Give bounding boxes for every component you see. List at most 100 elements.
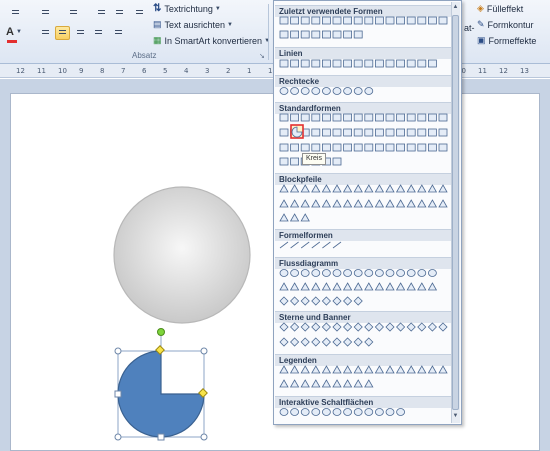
gallery-shape-option[interactable] (374, 199, 385, 208)
gallery-shape-option[interactable] (279, 184, 289, 193)
gallery-shape-option[interactable] (343, 337, 353, 347)
gallery-shape-option[interactable] (290, 408, 300, 416)
gallery-shape-option[interactable] (396, 16, 405, 25)
gallery-shape-option[interactable] (279, 157, 289, 166)
gallery-shape-option[interactable] (289, 365, 300, 374)
gallery-shape-option[interactable] (364, 365, 374, 374)
gallery-shape-option[interactable] (364, 282, 374, 291)
gallery-shape-option[interactable] (364, 113, 374, 122)
gallery-shape-option[interactable] (300, 143, 310, 152)
gallery-shape-option[interactable] (279, 322, 289, 332)
gallery-shape-option[interactable] (427, 199, 438, 208)
gallery-shape-option[interactable] (332, 113, 342, 122)
gallery-shape-option[interactable] (375, 143, 384, 152)
gallery-shape-option[interactable] (279, 282, 289, 291)
gallery-shape-option[interactable] (438, 365, 448, 374)
gallery-shape-option[interactable] (311, 184, 321, 193)
gallery-shape-option[interactable] (279, 143, 289, 152)
gallery-shape-option[interactable] (300, 199, 310, 208)
gallery-shape-option[interactable] (279, 269, 289, 277)
gallery-shape-option[interactable] (343, 16, 352, 25)
gallery-shape-option[interactable] (427, 282, 438, 291)
gallery-shape-option[interactable] (353, 184, 363, 193)
gallery-shape-option[interactable] (375, 113, 384, 122)
gallery-shape-option[interactable] (406, 184, 416, 193)
gallery-shape-option[interactable] (342, 379, 353, 388)
gallery-shape-option[interactable] (406, 282, 416, 291)
gallery-shape-option[interactable] (290, 87, 300, 95)
gallery-shape-option[interactable] (364, 199, 374, 208)
gallery-shape-option[interactable] (417, 128, 427, 137)
gallery-shape-option[interactable] (321, 199, 332, 208)
gallery-shape-option[interactable] (364, 128, 374, 137)
gallery-shape-option[interactable] (290, 241, 299, 249)
gallery-shape-option[interactable] (427, 16, 437, 25)
gallery-shape-option[interactable] (332, 128, 342, 137)
gallery-shape-option[interactable] (385, 282, 395, 291)
gallery-shape-option[interactable] (321, 365, 332, 374)
gallery-shape-option[interactable] (321, 282, 332, 291)
gallery-shape-option[interactable] (364, 337, 374, 347)
gallery-shape-option[interactable] (332, 143, 342, 152)
gallery-shape-option[interactable] (342, 199, 353, 208)
gallery-shape-option[interactable] (300, 282, 310, 291)
gallery-shape-option[interactable] (279, 199, 289, 208)
gallery-shape-option[interactable] (417, 184, 427, 193)
gallery-shape-option[interactable] (290, 157, 300, 166)
gallery-shape-option[interactable] (353, 269, 363, 277)
gallery-shape-option[interactable] (342, 365, 353, 374)
gallery-shape-option[interactable] (364, 379, 374, 388)
gallery-shape-option[interactable] (300, 213, 310, 222)
gallery-shape-option[interactable] (311, 113, 321, 122)
gallery-shape-option[interactable] (322, 30, 331, 39)
gallery-shape-option[interactable] (311, 408, 321, 416)
gallery-shape-option[interactable] (417, 143, 427, 152)
gallery-shape-option[interactable] (353, 408, 363, 416)
gallery-shape-option[interactable] (300, 322, 310, 332)
gallery-shape-option[interactable] (364, 59, 374, 68)
gallery-shape-option[interactable] (311, 269, 321, 277)
gallery-shape-option[interactable] (427, 113, 437, 122)
gallery-shape-option[interactable] (406, 365, 416, 374)
gallery-shape-option[interactable] (385, 269, 395, 277)
gallery-shape-option[interactable] (353, 16, 363, 25)
gallery-shape-option[interactable] (353, 113, 363, 122)
gallery-shape-option[interactable] (322, 113, 331, 122)
gallery-shape-option[interactable] (290, 113, 300, 122)
gallery-shape-option[interactable] (406, 199, 416, 208)
gallery-shape-option[interactable] (311, 128, 321, 137)
gallery-shape-option[interactable] (396, 113, 405, 122)
gallery-shape-option[interactable] (385, 143, 395, 152)
gallery-shape-option[interactable] (343, 143, 352, 152)
gallery-shape-option[interactable] (374, 184, 385, 193)
gallery-shape-option[interactable] (279, 87, 289, 95)
gallery-shape-option[interactable] (364, 322, 374, 332)
gallery-shape-option[interactable] (311, 365, 321, 374)
gallery-shape-option[interactable] (332, 30, 342, 39)
gallery-shape-option[interactable] (290, 269, 300, 277)
gallery-shape-option[interactable] (332, 296, 342, 306)
gallery-shape-option[interactable] (332, 241, 342, 249)
gallery-shape-option[interactable] (385, 16, 395, 25)
gallery-shape-option[interactable] (300, 337, 310, 347)
gallery-shape-option[interactable] (385, 199, 395, 208)
gallery-shape-option[interactable] (343, 269, 352, 277)
gallery-shape-option[interactable] (289, 184, 300, 193)
scrollbar-thumb[interactable] (452, 15, 459, 410)
gallery-shape-option[interactable] (417, 113, 427, 122)
gallery-shape-option[interactable] (395, 365, 406, 374)
gallery-shape-option[interactable] (343, 322, 353, 332)
gallery-shape-option[interactable] (300, 16, 310, 25)
gallery-shape-option[interactable] (375, 128, 384, 137)
gallery-shape-option[interactable] (332, 184, 342, 193)
gallery-shape-option[interactable] (279, 213, 289, 222)
gallery-shape-option[interactable] (417, 59, 427, 68)
gallery-shape-option[interactable] (311, 59, 321, 68)
gallery-shape-option[interactable] (406, 59, 416, 68)
gallery-shape-option[interactable] (311, 337, 321, 347)
gallery-shape-option[interactable] (438, 113, 448, 122)
gallery-shape-option[interactable] (375, 408, 384, 416)
gallery-shape-option[interactable] (375, 16, 384, 25)
gallery-shape-option[interactable] (289, 213, 300, 222)
gallery-shape-option[interactable] (343, 87, 352, 95)
